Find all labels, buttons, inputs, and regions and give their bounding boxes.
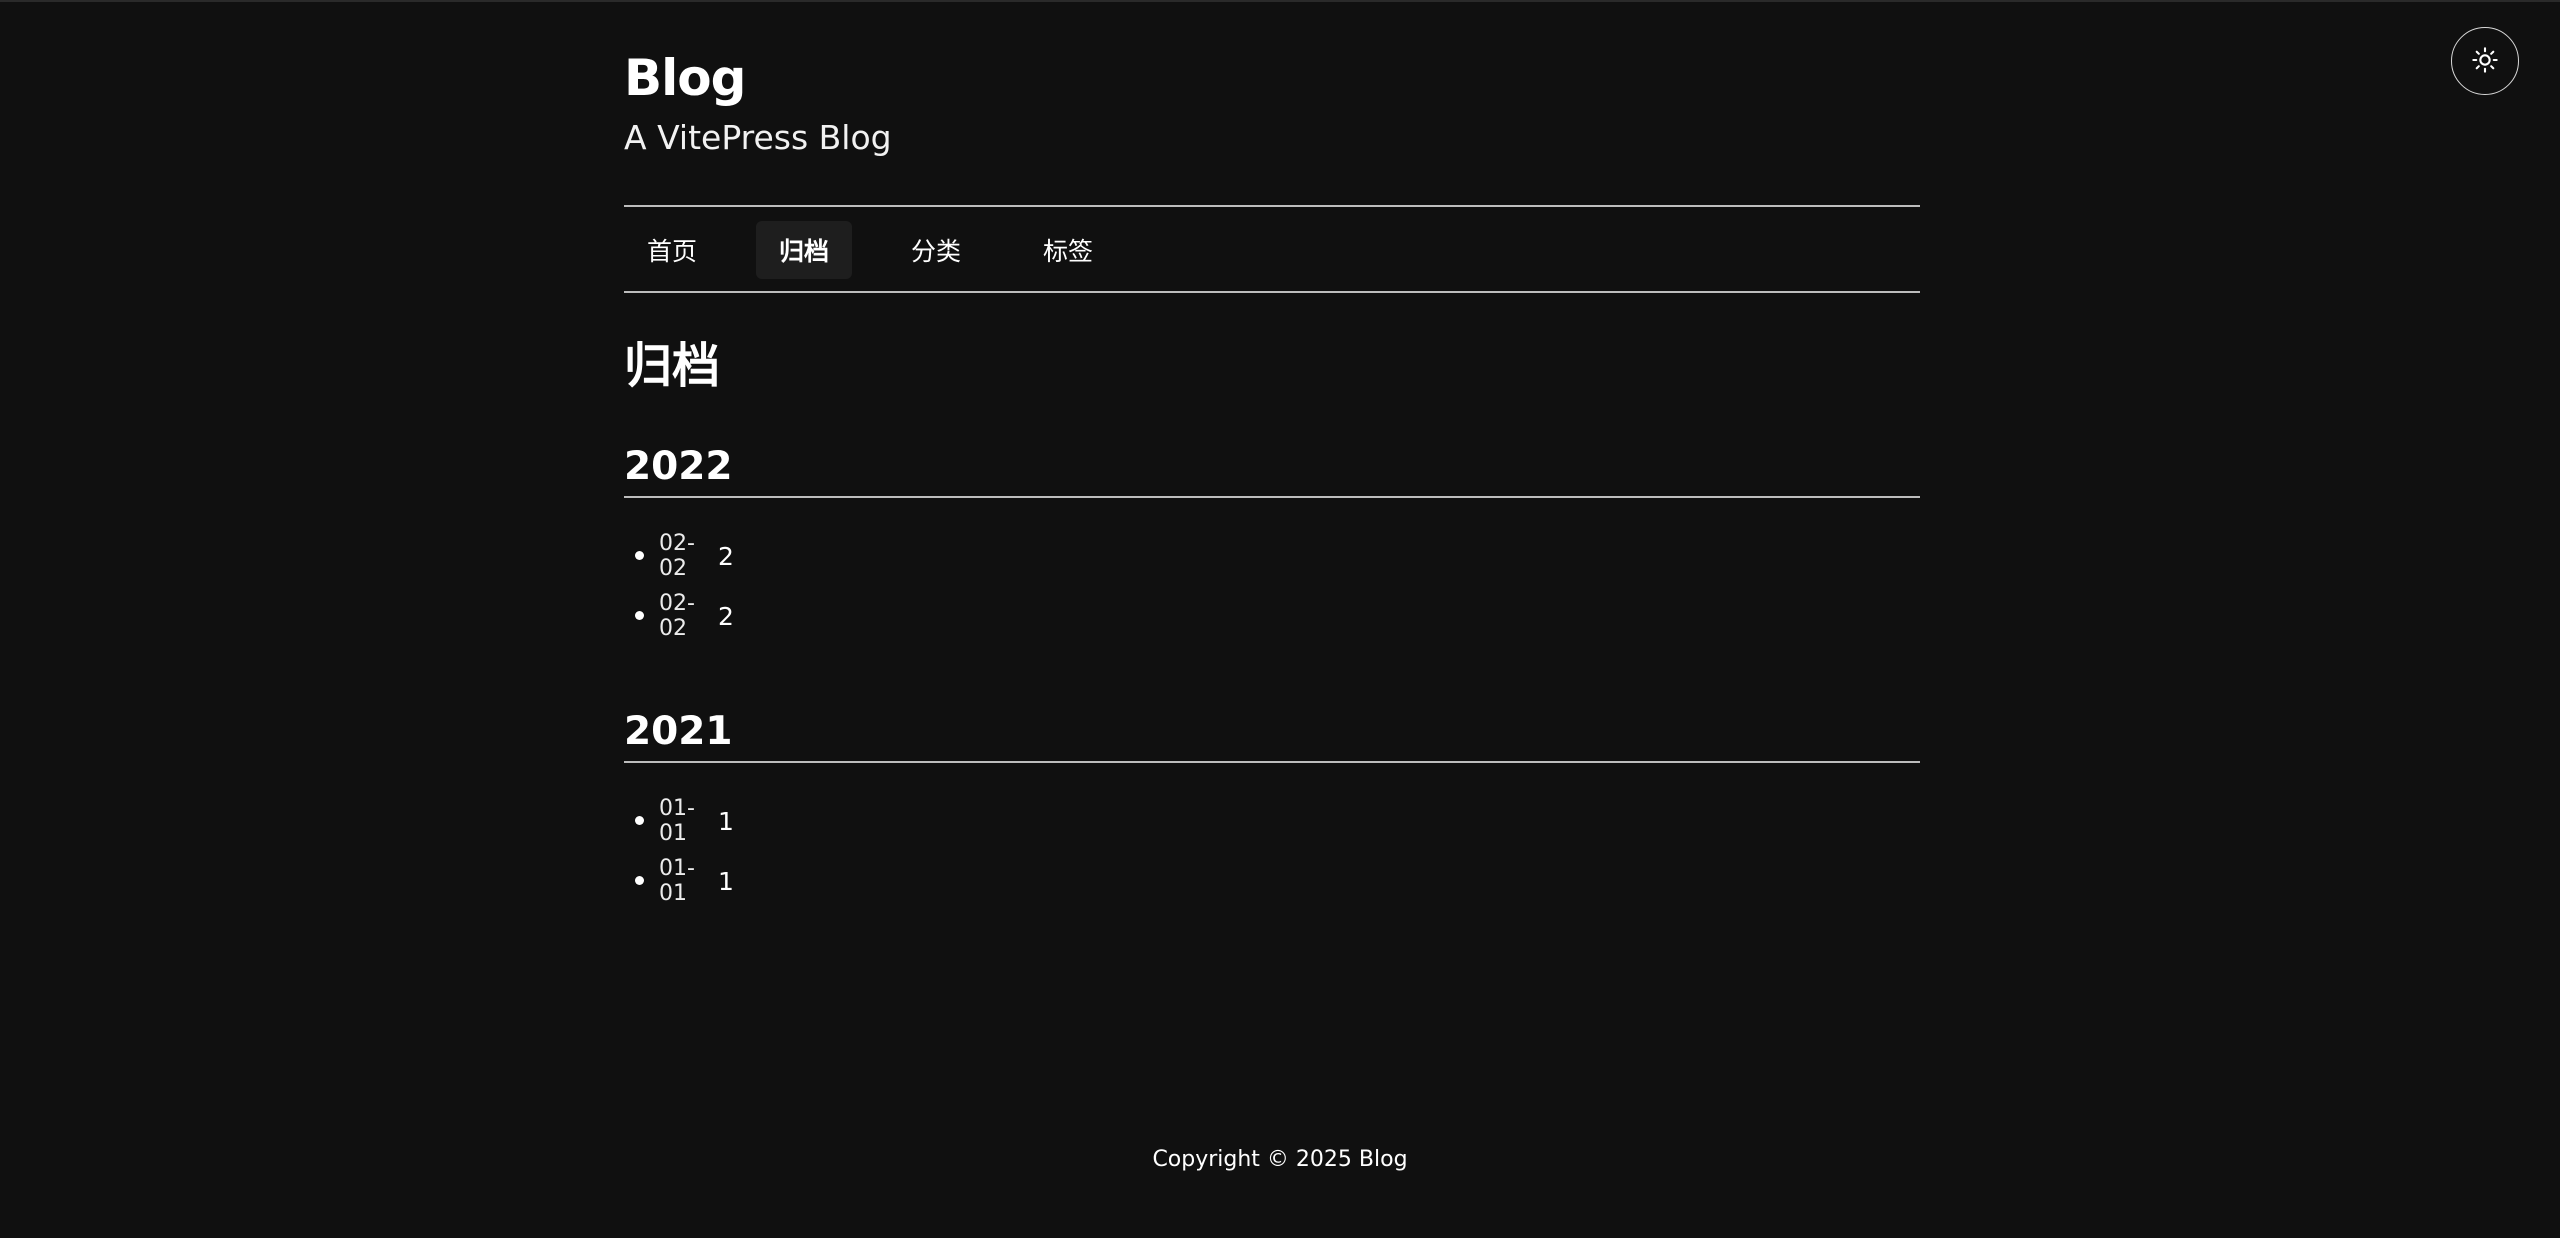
post-date: 02-02 <box>659 531 695 581</box>
main-nav: 首页 归档 分类 标签 <box>624 205 1920 293</box>
list-item[interactable]: 02-02 2 <box>624 526 1920 586</box>
post-link[interactable]: 2 <box>718 602 734 631</box>
list-item[interactable]: 01-01 1 <box>624 791 1920 851</box>
list-item[interactable]: 02-02 2 <box>624 586 1920 646</box>
year-heading: 2021 <box>624 707 1920 763</box>
year-heading: 2022 <box>624 442 1920 498</box>
post-list: 01-01 1 01-01 1 <box>624 791 1920 911</box>
list-item[interactable]: 01-01 1 <box>624 851 1920 911</box>
post-list: 02-02 2 02-02 2 <box>624 526 1920 646</box>
post-link[interactable]: 1 <box>718 807 734 836</box>
post-link[interactable]: 1 <box>718 867 734 896</box>
year-section-2022: 2022 02-02 2 02-02 2 <box>624 442 1920 646</box>
nav-item-home[interactable]: 首页 <box>624 221 720 279</box>
theme-toggle-button[interactable] <box>2451 27 2519 95</box>
post-date: 02-02 <box>659 591 695 641</box>
nav-item-tags[interactable]: 标签 <box>1020 221 1116 279</box>
post-link[interactable]: 2 <box>718 542 734 571</box>
site-title[interactable]: Blog <box>624 48 746 108</box>
post-date: 01-01 <box>659 856 695 906</box>
footer-copyright: Copyright © 2025 Blog <box>1152 1147 1408 1172</box>
nav-item-archive[interactable]: 归档 <box>756 221 852 279</box>
page-title: 归档 <box>624 338 721 394</box>
site-subtitle: A VitePress Blog <box>624 118 892 157</box>
nav-item-categories[interactable]: 分类 <box>888 221 984 279</box>
year-section-2021: 2021 01-01 1 01-01 1 <box>624 707 1920 911</box>
post-date: 01-01 <box>659 796 695 846</box>
sun-icon <box>2471 46 2499 77</box>
